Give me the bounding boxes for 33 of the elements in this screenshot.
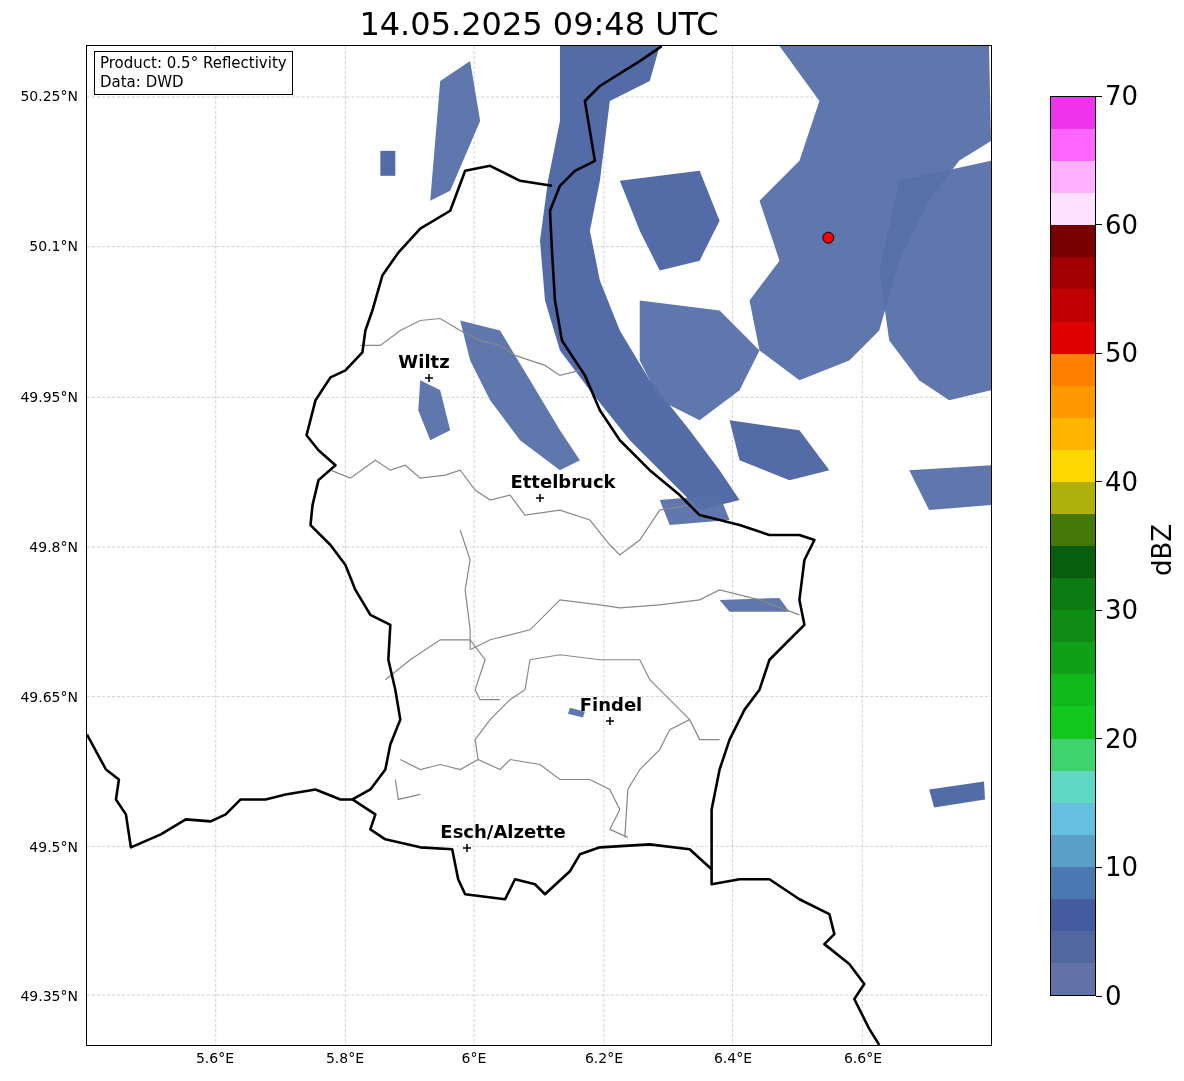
longitude-label: 6.4°E xyxy=(713,1050,753,1066)
city-label: Findel xyxy=(579,695,643,715)
latitude-label: 49.35°N xyxy=(20,988,78,1004)
colorbar-tick-label: 30 xyxy=(1105,596,1139,625)
latitude-label: 49.5°N xyxy=(29,839,78,855)
colorbar-tick-label: 50 xyxy=(1105,339,1139,368)
latitude-label: 49.8°N xyxy=(29,539,78,555)
city-marker-icon xyxy=(463,844,471,852)
city-marker-icon xyxy=(606,717,614,725)
colorbar-tick-label: 40 xyxy=(1105,467,1139,496)
longitude-label: 5.8°E xyxy=(325,1050,365,1066)
legend-text: Data: DWD xyxy=(100,73,185,92)
longitude-label: 5.6°E xyxy=(195,1050,235,1066)
city-label: Wiltz xyxy=(398,352,450,372)
chart-title: 14.05.2025 09:48 UTC xyxy=(358,4,720,44)
legend-text: Product: 0.5° Reflectivity xyxy=(100,54,287,73)
city-marker-icon xyxy=(425,374,433,382)
colorbar-tick-label: 60 xyxy=(1105,210,1139,239)
city-marker-icon xyxy=(536,494,544,502)
latitude-label: 49.95°N xyxy=(20,389,78,405)
colorbar-title: dBZ xyxy=(1147,523,1177,577)
longitude-label: 6.6°E xyxy=(843,1050,883,1066)
latitude-label: 50.1°N xyxy=(29,238,78,254)
latitude-label: 50.25°N xyxy=(20,88,78,104)
colorbar-tick-label: 10 xyxy=(1105,853,1139,882)
city-label: Esch/Alzette xyxy=(440,822,566,842)
colorbar-tick-label: 20 xyxy=(1105,724,1139,753)
latitude-label: 49.65°N xyxy=(20,689,78,705)
colorbar-tick-label: 70 xyxy=(1105,82,1139,110)
longitude-label: 6.2°E xyxy=(584,1050,624,1066)
city-label: Ettelbruck xyxy=(510,472,616,492)
longitude-label: 6°E xyxy=(461,1050,487,1066)
colorbar-tick-label: 0 xyxy=(1105,982,1122,1010)
